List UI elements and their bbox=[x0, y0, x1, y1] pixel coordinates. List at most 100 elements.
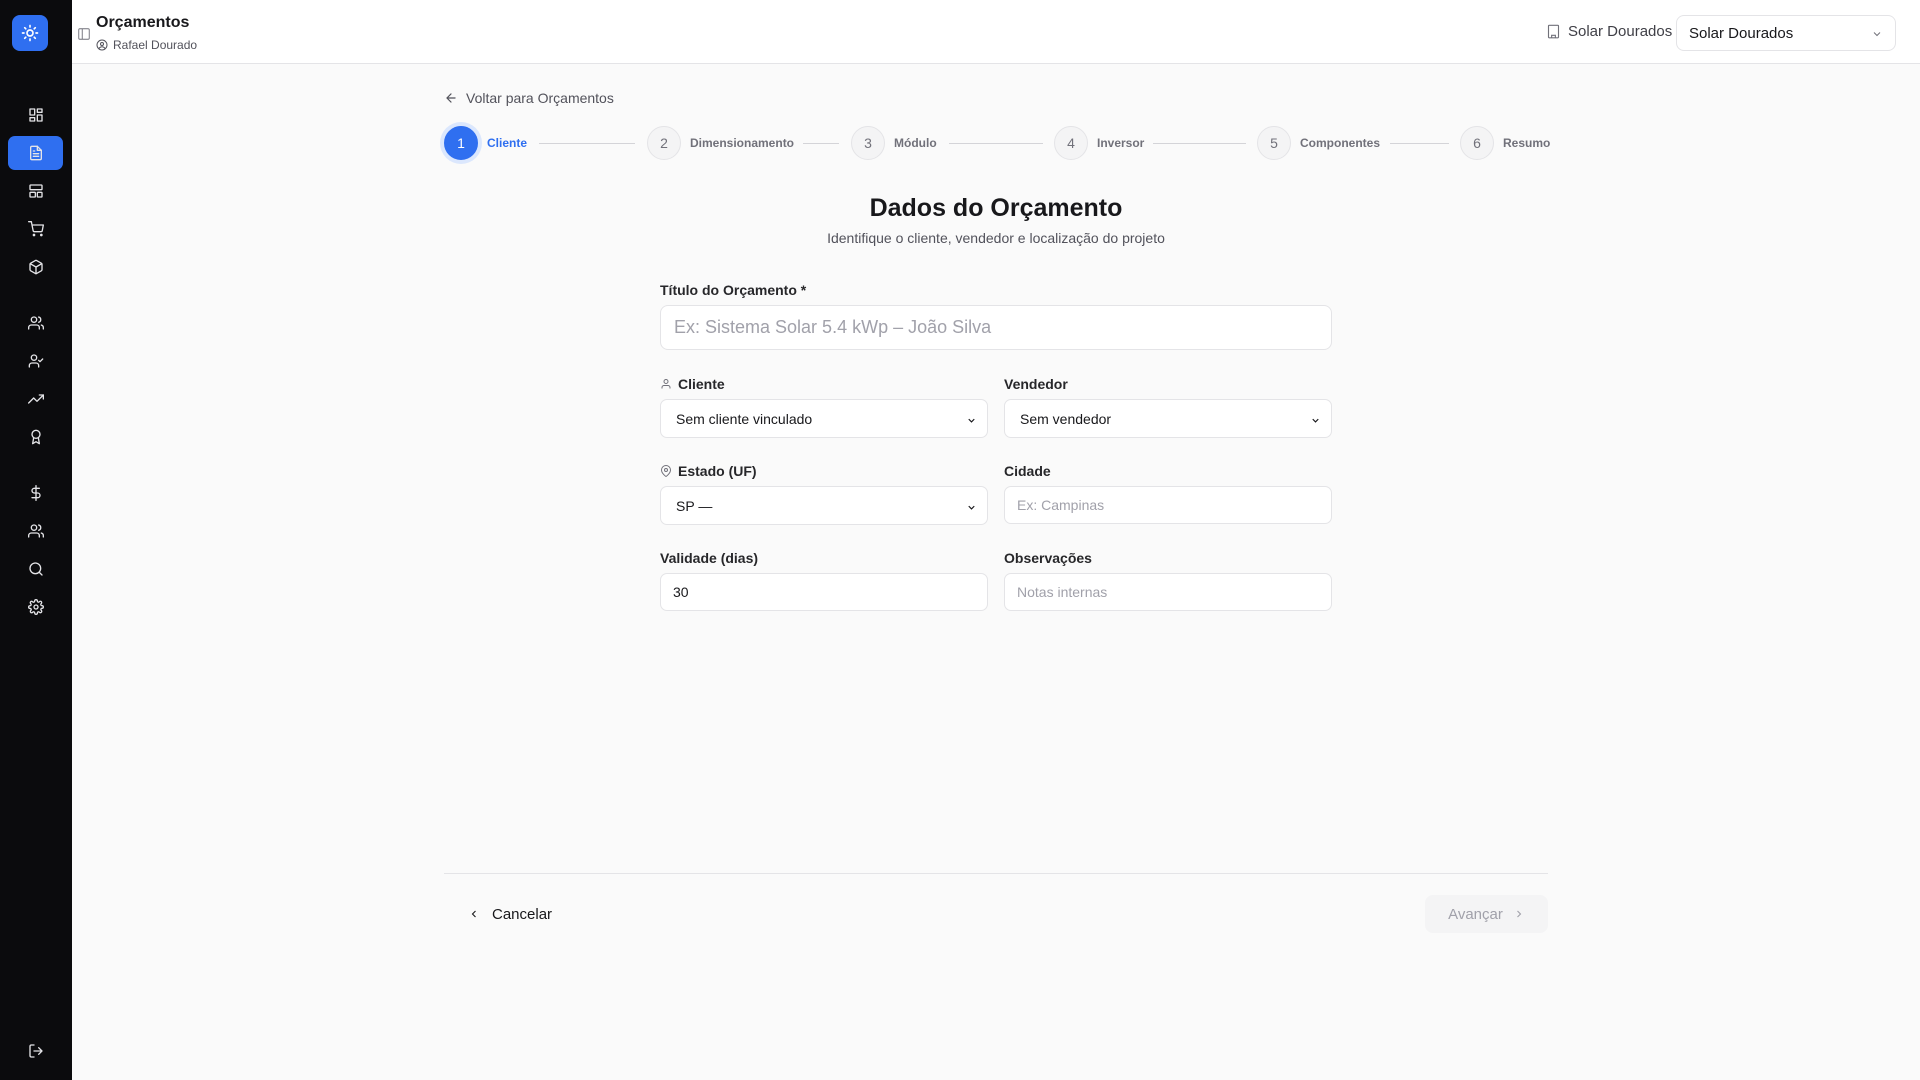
step-label: Inversor bbox=[1097, 136, 1145, 150]
client-select[interactable]: Sem cliente vinculado bbox=[660, 399, 988, 438]
dollar-icon bbox=[30, 485, 41, 501]
file-text-icon bbox=[29, 145, 42, 161]
chevron-down-icon bbox=[966, 413, 977, 424]
validity-input-value: 30 bbox=[673, 584, 689, 600]
sidebar-item-package[interactable] bbox=[8, 250, 63, 284]
step-number: 5 bbox=[1257, 126, 1291, 160]
notes-label-text: Observações bbox=[1004, 550, 1092, 566]
footer-divider bbox=[444, 873, 1548, 874]
notes-label: Observações bbox=[1004, 550, 1092, 566]
title-input-placeholder: Ex: Sistema Solar 5.4 kWp – João Silva bbox=[674, 317, 992, 337]
step-connector bbox=[539, 143, 635, 144]
package-icon bbox=[28, 259, 43, 275]
seller-select[interactable]: Sem vendedor bbox=[1004, 399, 1332, 438]
next-button[interactable]: Avançar bbox=[1425, 895, 1548, 933]
step-label: Módulo bbox=[894, 136, 937, 150]
notes-input[interactable]: Notas internas bbox=[1004, 573, 1332, 611]
step-number: 4 bbox=[1054, 126, 1088, 160]
back-link-label: Voltar para Orçamentos bbox=[466, 90, 614, 106]
step-label: Cliente bbox=[487, 136, 528, 150]
building-icon bbox=[1547, 24, 1560, 39]
award-icon bbox=[30, 429, 41, 445]
step-number: 3 bbox=[851, 126, 885, 160]
panel-toggle-button[interactable] bbox=[77, 27, 91, 41]
step-connector bbox=[803, 143, 839, 144]
sidebar-item-users[interactable] bbox=[8, 306, 63, 340]
arrow-left-icon bbox=[446, 93, 456, 103]
step-inversor[interactable]: 4 Inversor bbox=[1054, 126, 1144, 160]
step-number: 6 bbox=[1460, 126, 1494, 160]
city-input[interactable]: Ex: Campinas bbox=[1004, 486, 1332, 524]
title-input[interactable]: Ex: Sistema Solar 5.4 kWp – João Silva bbox=[660, 305, 1332, 350]
settings-icon bbox=[27, 599, 44, 615]
step-connector bbox=[949, 143, 1043, 144]
step-label: Dimensionamento bbox=[690, 136, 795, 150]
sidebar-item-settings[interactable] bbox=[8, 590, 63, 624]
search-icon bbox=[28, 562, 43, 576]
next-button-label: Avançar bbox=[1448, 905, 1503, 923]
sidebar bbox=[0, 0, 72, 1080]
sidebar-item-team[interactable] bbox=[8, 514, 63, 548]
chevron-down-icon bbox=[1871, 27, 1883, 39]
step-label: Componentes bbox=[1300, 136, 1381, 150]
chevron-down-icon bbox=[966, 500, 977, 511]
sidebar-item-orcamentos[interactable] bbox=[8, 136, 63, 170]
step-modulo[interactable]: 3 Módulo bbox=[851, 126, 937, 160]
chevron-left-icon bbox=[471, 910, 476, 918]
city-label: Cidade bbox=[1004, 463, 1051, 479]
users-icon bbox=[27, 316, 44, 330]
cancel-button-label: Cancelar bbox=[492, 905, 553, 923]
form-subheading: Identifique o cliente, vendedor e locali… bbox=[827, 230, 1165, 246]
step-connector bbox=[1390, 143, 1449, 144]
company-name: Solar Dourados bbox=[1568, 23, 1673, 40]
chevron-right-icon bbox=[1516, 910, 1522, 918]
city-input-placeholder: Ex: Campinas bbox=[1017, 497, 1105, 513]
team-icon bbox=[27, 524, 44, 538]
panel-left-icon bbox=[78, 28, 90, 40]
step-cliente[interactable]: 1 Cliente bbox=[444, 126, 527, 160]
map-pin-icon bbox=[660, 465, 672, 477]
company-indicator: Solar Dourados bbox=[1546, 23, 1672, 40]
state-label-text: Estado (UF) bbox=[678, 463, 757, 479]
step-dimensionamento[interactable]: 2 Dimensionamento bbox=[647, 126, 794, 160]
seller-select-value: Sem vendedor bbox=[1020, 410, 1112, 427]
sidebar-item-dashboard[interactable] bbox=[8, 98, 63, 132]
logout-button[interactable] bbox=[8, 1034, 63, 1068]
top-header: Orçamentos Rafael Dourado Solar Dourados… bbox=[72, 0, 1920, 64]
state-select-value: SP — bbox=[676, 497, 713, 514]
sidebar-item-search[interactable] bbox=[8, 552, 63, 586]
cancel-button[interactable]: Cancelar bbox=[468, 905, 552, 923]
current-user-name: Rafael Dourado bbox=[113, 38, 198, 52]
state-select[interactable]: SP — bbox=[660, 486, 988, 525]
form-heading: Dados do Orçamento bbox=[869, 194, 1123, 222]
seller-label: Vendedor bbox=[1004, 376, 1068, 392]
user-icon bbox=[661, 379, 671, 389]
city-label-text: Cidade bbox=[1004, 463, 1051, 479]
client-select-value: Sem cliente vinculado bbox=[676, 410, 813, 427]
company-select-value: Solar Dourados bbox=[1689, 24, 1794, 42]
company-select[interactable]: Solar Dourados bbox=[1676, 15, 1896, 51]
title-label: Título do Orçamento * bbox=[660, 282, 806, 298]
step-label: Resumo bbox=[1503, 136, 1551, 150]
page-title: Orçamentos bbox=[96, 14, 190, 31]
step-connector bbox=[1153, 143, 1246, 144]
dashboard-icon bbox=[28, 108, 43, 122]
app-logo[interactable] bbox=[12, 15, 48, 51]
sidebar-item-finance[interactable] bbox=[8, 476, 63, 510]
sidebar-item-trending[interactable] bbox=[8, 382, 63, 416]
sidebar-item-award[interactable] bbox=[8, 420, 63, 454]
sidebar-item-user-check[interactable] bbox=[8, 344, 63, 378]
validity-label-text: Validade (dias) bbox=[660, 550, 759, 566]
user-check-icon bbox=[28, 354, 43, 368]
back-link[interactable]: Voltar para Orçamentos bbox=[444, 90, 614, 106]
client-label: Cliente bbox=[660, 376, 725, 392]
step-resumo[interactable]: 6 Resumo bbox=[1460, 126, 1550, 160]
seller-label-text: Vendedor bbox=[1004, 376, 1068, 392]
validity-input[interactable]: 30 bbox=[660, 573, 988, 611]
logout-icon bbox=[28, 1044, 43, 1058]
step-componentes[interactable]: 5 Componentes bbox=[1257, 126, 1380, 160]
trending-up-icon bbox=[27, 394, 44, 404]
chevron-down-icon bbox=[1310, 413, 1321, 424]
wizard-stepper: 1 Cliente 2 Dimensionamento 3 Módulo 4 I… bbox=[444, 126, 1550, 160]
title-label-text: Título do Orçamento * bbox=[660, 282, 807, 298]
